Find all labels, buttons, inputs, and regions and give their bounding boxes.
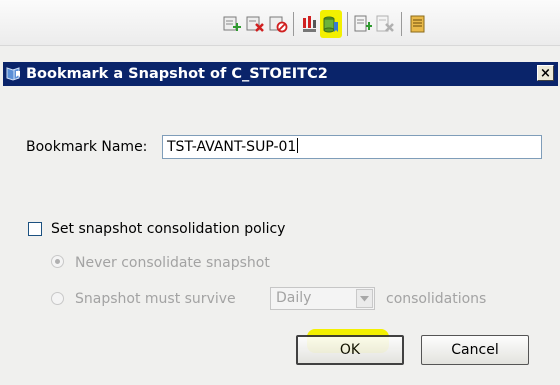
toolbar-separator xyxy=(347,12,348,36)
must-survive-radio[interactable] xyxy=(51,292,64,305)
bookmark-snapshot-dialog: Bookmark a Snapshot of C_STOEITC2 × Book… xyxy=(0,58,560,385)
snapshot-report-icon[interactable] xyxy=(300,13,320,35)
consolidation-policy-checkbox[interactable] xyxy=(28,222,42,236)
toolbar xyxy=(0,0,560,46)
text-caret xyxy=(297,138,299,153)
radio-selected-dot xyxy=(55,259,60,264)
dropdown-arrow-icon[interactable] xyxy=(356,289,373,308)
bookmark-dialog-icon xyxy=(5,65,23,83)
cancel-snapshot-icon[interactable] xyxy=(268,13,288,35)
bookmark-snapshot-icon[interactable] xyxy=(321,13,341,35)
bookmark-name-value: TST-AVANT-SUP-01 xyxy=(167,139,297,155)
properties-icon[interactable] xyxy=(408,13,428,35)
close-button[interactable]: × xyxy=(537,65,554,81)
bookmark-name-input[interactable]: TST-AVANT-SUP-01 xyxy=(162,135,542,159)
must-survive-label: Snapshot must survive xyxy=(75,291,236,307)
remove-bookmark-icon[interactable] xyxy=(375,13,395,35)
frequency-select[interactable]: Daily xyxy=(270,287,375,310)
add-bookmark-icon[interactable] xyxy=(353,13,373,35)
never-consolidate-radio[interactable] xyxy=(51,255,64,268)
dialog-titlebar[interactable]: Bookmark a Snapshot of C_STOEITC2 × xyxy=(3,62,558,86)
toolbar-separator xyxy=(401,12,402,36)
bookmark-name-label: Bookmark Name: xyxy=(26,139,148,155)
dialog-title: Bookmark a Snapshot of C_STOEITC2 xyxy=(26,66,328,82)
consolidation-policy-label: Set snapshot consolidation policy xyxy=(51,221,286,237)
frequency-selected-value: Daily xyxy=(276,290,312,306)
never-consolidate-label: Never consolidate snapshot xyxy=(75,255,270,271)
consolidations-label: consolidations xyxy=(386,291,487,307)
add-snapshot-icon[interactable] xyxy=(222,13,242,35)
cancel-button[interactable]: Cancel xyxy=(421,335,529,365)
ok-button[interactable]: OK xyxy=(296,335,404,365)
toolbar-separator xyxy=(293,12,294,36)
delete-snapshot-icon[interactable] xyxy=(245,13,265,35)
